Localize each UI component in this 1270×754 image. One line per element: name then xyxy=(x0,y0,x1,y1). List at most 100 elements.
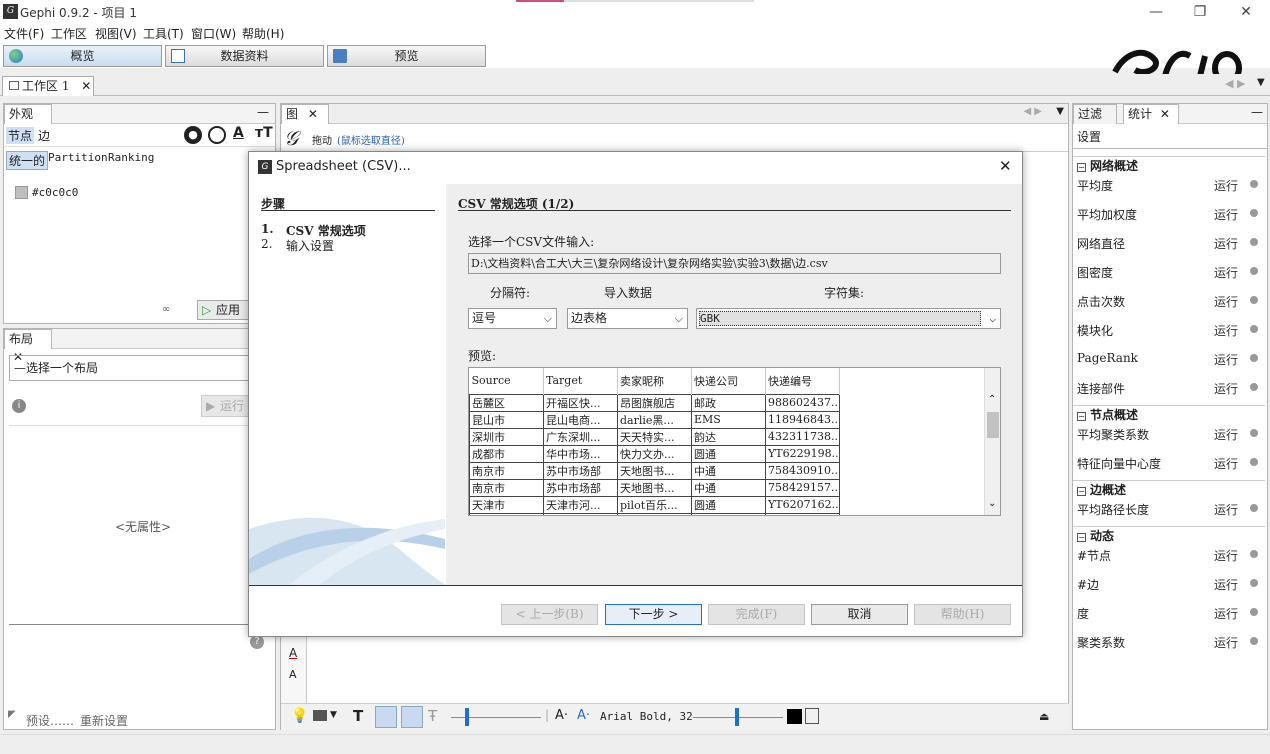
stats-section-header[interactable]: − 节点概述 xyxy=(1073,405,1265,422)
run-stat-button[interactable]: 运行 xyxy=(1214,455,1238,472)
scrollbar-thumb[interactable] xyxy=(987,412,999,438)
run-stat-button[interactable]: 运行 xyxy=(1214,547,1238,564)
label-color-swatch[interactable] xyxy=(787,709,802,724)
scroll-up-icon[interactable]: ⌃ xyxy=(988,394,996,405)
statistics-tab[interactable]: 统计 ✕ xyxy=(1123,104,1179,124)
minimize-appearance-icon[interactable]: — xyxy=(257,105,269,119)
menu-view[interactable]: 视图(V) xyxy=(95,25,137,42)
layout-select[interactable]: —选择一个布局 xyxy=(9,355,269,381)
lightbulb-icon[interactable]: 💡 xyxy=(291,708,308,724)
show-labels-icon[interactable]: T xyxy=(353,707,363,725)
label-size-icon[interactable]: тT xyxy=(255,125,273,141)
graph-tab[interactable]: 图 ✕ xyxy=(281,104,329,124)
back-button[interactable]: < 上一步(B) xyxy=(501,604,598,625)
font-size-icon[interactable]: A· xyxy=(577,708,590,723)
partition-mode-tab[interactable]: Partition xyxy=(48,151,108,164)
stats-section-header[interactable]: − 动态 xyxy=(1073,526,1265,543)
edges-subtab[interactable]: 边 xyxy=(38,127,50,144)
link-icon[interactable]: ∞ xyxy=(162,304,170,315)
edge-weight-slider-thumb[interactable] xyxy=(465,708,469,726)
run-stat-button[interactable]: 运行 xyxy=(1214,235,1238,252)
help-icon[interactable]: ? xyxy=(250,635,264,649)
screenshot-icon[interactable] xyxy=(313,710,327,721)
run-stat-button[interactable]: 运行 xyxy=(1214,351,1238,368)
drag-tool-icon[interactable]: 𝒢 xyxy=(284,126,298,150)
preview-column-header[interactable]: 快递公司 xyxy=(691,368,766,394)
run-stat-button[interactable]: 运行 xyxy=(1214,426,1238,443)
minimize-stats-icon[interactable]: — xyxy=(1251,105,1263,119)
restore-window-button[interactable]: ❐ xyxy=(1180,2,1220,22)
run-stat-button[interactable]: 运行 xyxy=(1214,605,1238,622)
next-button[interactable]: 下一步 > xyxy=(605,604,702,625)
file-path-field[interactable]: D:\文档资料\合工大\大三\复杂网络设计\复杂网络实验\实验3\数据\边.cs… xyxy=(468,253,1001,274)
run-stat-button[interactable]: 运行 xyxy=(1214,293,1238,310)
stats-section-header[interactable]: − 网络概述 xyxy=(1073,156,1265,173)
preview-scrollbar[interactable]: ⌃ ⌄ xyxy=(984,368,1000,515)
preview-column-header[interactable]: 卖家昵称 xyxy=(617,368,692,394)
minimize-window-button[interactable]: — xyxy=(1136,2,1176,22)
preview-column-header[interactable]: 快递编号 xyxy=(765,368,840,394)
run-stat-button[interactable]: 运行 xyxy=(1214,322,1238,339)
menu-help[interactable]: 帮助(H) xyxy=(242,25,284,42)
separator-select[interactable]: 逗号 ⌵ xyxy=(468,308,557,329)
edge-label-color-icon[interactable]: A xyxy=(289,646,297,660)
workspace-tab[interactable]: 工作区 1 ✕ xyxy=(2,76,94,96)
finish-button[interactable]: 完成(F) xyxy=(708,604,805,625)
preview-column-header[interactable]: Source xyxy=(469,368,544,394)
collapse-icon[interactable]: − xyxy=(1077,487,1086,496)
tab-dropdown-icon[interactable]: ▼ xyxy=(1257,77,1265,88)
font-name[interactable]: Arial Bold, 32 xyxy=(600,710,693,723)
label-color-icon[interactable]: A xyxy=(233,125,244,141)
presets-link[interactable]: 预设…… xyxy=(26,712,74,729)
layout-tab[interactable]: 布局 ✕ xyxy=(4,329,52,364)
close-dialog-button[interactable]: ✕ xyxy=(999,157,1012,175)
menu-tools[interactable]: 工具(T) xyxy=(143,25,184,42)
font-size-slider-thumb[interactable] xyxy=(735,708,739,726)
font-color-icon[interactable]: A· xyxy=(555,708,568,723)
edge-label-size-icon[interactable]: A xyxy=(289,668,297,681)
info-icon[interactable]: i xyxy=(12,399,26,413)
color-palette-icon[interactable]: ● xyxy=(184,126,202,144)
scroll-down-icon[interactable]: ⌄ xyxy=(988,498,996,509)
stats-section-header[interactable]: − 边概述 xyxy=(1073,480,1265,497)
graph-nav-arrows-icon[interactable]: ◀ ▶ xyxy=(1023,106,1042,117)
edge-color-icon[interactable] xyxy=(401,706,423,728)
close-statistics-icon[interactable]: ✕ xyxy=(1160,107,1170,121)
cancel-button[interactable]: 取消 xyxy=(811,604,908,625)
color-swatch[interactable] xyxy=(15,186,28,199)
clipboard-icon[interactable] xyxy=(805,708,819,724)
ranking-mode-tab[interactable]: Ranking xyxy=(108,151,154,164)
overview-mode-button[interactable]: 概览 xyxy=(3,45,162,67)
import-type-select[interactable]: 边表格 ⌵ xyxy=(567,308,688,329)
close-workspace-tab-icon[interactable]: ✕ xyxy=(81,79,91,93)
graph-dropdown-icon[interactable]: ▼ xyxy=(1056,106,1064,117)
charset-select[interactable]: GBK ⌵ xyxy=(696,308,1001,329)
label-size-mode-icon[interactable]: Ŧ xyxy=(428,707,437,725)
close-window-button[interactable]: ✕ xyxy=(1226,2,1266,22)
collapse-icon[interactable]: − xyxy=(1077,533,1086,542)
run-stat-button[interactable]: 运行 xyxy=(1214,634,1238,651)
tab-nav-arrows-icon[interactable]: ◀ ▶ xyxy=(1225,77,1245,90)
data-lab-mode-button[interactable]: 数据资料 xyxy=(165,45,324,67)
run-stat-button[interactable]: 运行 xyxy=(1214,206,1238,223)
unique-mode-tab[interactable]: 统一的 xyxy=(6,151,49,170)
run-stat-button[interactable]: 运行 xyxy=(1214,380,1238,397)
screenshot-dropdown-icon[interactable]: ▼ xyxy=(330,710,337,720)
help-button[interactable]: 帮助(H) xyxy=(914,604,1011,625)
expand-toolbar-icon[interactable]: ⏏ xyxy=(1039,710,1049,723)
preview-mode-button[interactable]: 预览 xyxy=(327,45,486,67)
stats-settings-link[interactable]: 设置 xyxy=(1077,128,1101,145)
run-stat-button[interactable]: 运行 xyxy=(1214,177,1238,194)
menu-window[interactable]: 窗口(W) xyxy=(191,25,236,42)
reset-link[interactable]: 重新设置 xyxy=(80,712,128,729)
collapse-icon[interactable]: − xyxy=(1077,412,1086,421)
run-stat-button[interactable]: 运行 xyxy=(1214,576,1238,593)
collapse-icon[interactable]: − xyxy=(1077,163,1086,172)
nodes-subtab[interactable]: 节点 xyxy=(6,127,35,144)
run-stat-button[interactable]: 运行 xyxy=(1214,264,1238,281)
filter-tab[interactable]: 过滤 xyxy=(1073,104,1117,124)
preview-column-header[interactable]: Target xyxy=(543,368,618,394)
appearance-tab[interactable]: 外观 ✕ xyxy=(4,104,52,139)
show-edges-icon[interactable] xyxy=(375,706,397,728)
menu-workspace[interactable]: 工作区 xyxy=(51,25,87,42)
